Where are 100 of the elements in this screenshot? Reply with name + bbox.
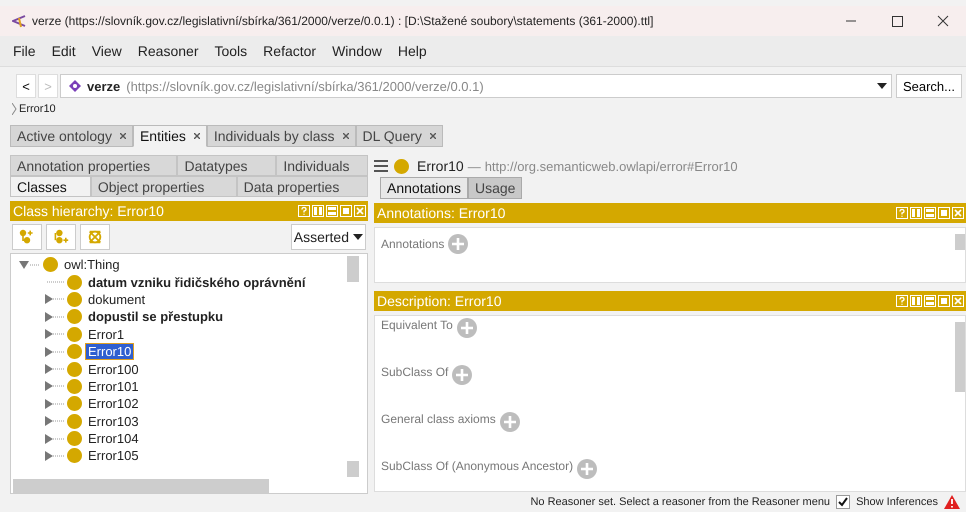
tree-item[interactable]: Error1 xyxy=(86,326,126,342)
class-icon xyxy=(67,292,82,307)
section-label: Annotations xyxy=(381,237,444,251)
class-icon xyxy=(43,257,58,272)
chevron-icon xyxy=(12,103,17,115)
class-icon xyxy=(67,362,82,377)
split-horizontal-icon[interactable] xyxy=(924,295,936,307)
tab[interactable]: Annotations xyxy=(380,177,468,199)
close-icon[interactable] xyxy=(430,133,436,139)
breadcrumb-item[interactable]: Error10 xyxy=(19,103,56,115)
delete-icon[interactable] xyxy=(87,228,103,246)
add-subclass-button[interactable] xyxy=(12,224,42,250)
menu-item[interactable]: Edit xyxy=(44,43,83,59)
help-icon[interactable] xyxy=(896,295,908,307)
dropdown-arrow-icon[interactable] xyxy=(353,234,363,240)
close-icon[interactable] xyxy=(120,133,126,139)
close-icon[interactable] xyxy=(194,133,200,139)
class-icon xyxy=(67,414,82,429)
back-button[interactable]: < xyxy=(16,74,36,98)
expand-triangle-icon[interactable] xyxy=(43,363,65,376)
expand-triangle-icon[interactable] xyxy=(43,293,65,306)
menu-item[interactable]: Window xyxy=(325,43,389,59)
add-icon[interactable] xyxy=(456,318,477,338)
tree-item[interactable]: owl:Thing xyxy=(62,257,122,272)
tab[interactable]: Active ontology xyxy=(10,125,133,147)
menu-item[interactable]: Reasoner xyxy=(130,43,206,59)
tab[interactable]: Annotation properties xyxy=(10,155,178,176)
scrollbar-thumb[interactable] xyxy=(955,322,965,392)
tree-item[interactable]: dokument xyxy=(86,292,148,307)
tree-item[interactable]: Error103 xyxy=(86,414,141,429)
tab[interactable]: Data properties xyxy=(236,176,368,197)
expand-triangle-icon[interactable] xyxy=(43,432,65,445)
split-vertical-icon[interactable] xyxy=(910,295,922,307)
scrollbar-thumb[interactable] xyxy=(955,234,965,250)
collapse-triangle-icon[interactable] xyxy=(19,258,41,271)
add-icon[interactable] xyxy=(452,365,472,385)
menu-item[interactable]: View xyxy=(84,43,129,59)
expand-triangle-icon[interactable] xyxy=(43,450,65,462)
class-icon xyxy=(394,158,409,174)
add-sibling-button[interactable] xyxy=(46,224,76,250)
menu-item[interactable]: Help xyxy=(390,43,434,59)
split-horizontal-icon[interactable] xyxy=(924,207,936,219)
expand-triangle-icon[interactable] xyxy=(43,415,65,428)
add-icon[interactable] xyxy=(500,412,520,432)
scrollbar-thumb[interactable] xyxy=(13,479,269,493)
tab[interactable]: Object properties xyxy=(90,176,237,197)
delete-button[interactable] xyxy=(80,224,110,250)
expand-triangle-icon[interactable] xyxy=(43,328,65,340)
tree-item[interactable]: Error100 xyxy=(86,362,141,377)
menu-item[interactable]: Refactor xyxy=(256,43,324,59)
expand-triangle-icon[interactable] xyxy=(43,310,65,323)
tree-item[interactable]: Error104 xyxy=(86,431,141,446)
split-vertical-icon[interactable] xyxy=(910,207,922,219)
expand-triangle-icon[interactable] xyxy=(43,380,65,392)
add-sibling-icon[interactable] xyxy=(53,228,69,246)
class-icon xyxy=(67,378,82,394)
tab[interactable]: DL Query xyxy=(356,125,443,147)
tree-item[interactable]: Error105 xyxy=(86,448,141,464)
menu-item[interactable]: Tools xyxy=(207,43,254,59)
menu-icon[interactable] xyxy=(374,160,388,172)
separator-text: — xyxy=(468,158,481,174)
panel-header: Annotations: Error10 xyxy=(374,203,966,223)
split-vertical-icon[interactable] xyxy=(312,205,324,217)
tree-item[interactable]: Error101 xyxy=(86,378,141,394)
add-subclass-icon[interactable] xyxy=(19,228,35,246)
tab[interactable]: Classes xyxy=(10,176,91,197)
expand-triangle-icon[interactable] xyxy=(43,346,65,358)
tab[interactable]: Usage xyxy=(468,177,522,199)
split-horizontal-icon[interactable] xyxy=(326,205,338,217)
help-icon[interactable] xyxy=(896,207,908,219)
window-title: verze (https://slovník.gov.cz/legislativní/sbírka/361/2000/verze/0.0.1) : [D:\Stažené soubory\statements (361-2000).ttl] xyxy=(32,14,654,28)
tree-item[interactable]: Error10 xyxy=(86,344,134,360)
entity-field[interactable]: verze (https://slovník.gov.cz/legislativní/sbírka/361/2000/verze/0.0.1) xyxy=(60,74,892,98)
scrollbar-thumb[interactable] xyxy=(347,461,359,477)
checkbox-label[interactable]: Show Inferences xyxy=(856,496,938,508)
view-mode-dropdown[interactable]: Asserted xyxy=(290,224,366,250)
expand-triangle-icon[interactable] xyxy=(43,398,65,410)
tree-item[interactable]: datum vzniku řidičského oprávnění xyxy=(86,274,308,290)
class-icon xyxy=(67,431,82,446)
tree-item[interactable]: dopustil se přestupku xyxy=(86,309,226,324)
app-logo-icon xyxy=(12,14,26,28)
tab[interactable]: Individuals by class xyxy=(206,125,356,147)
add-icon[interactable] xyxy=(448,234,468,254)
tab[interactable]: Individuals xyxy=(276,155,368,176)
class-icon xyxy=(67,274,82,290)
menu-item[interactable]: File xyxy=(6,43,43,59)
warning-icon xyxy=(944,495,960,509)
tab[interactable]: Entities xyxy=(132,125,207,147)
scrollbar-thumb[interactable] xyxy=(347,256,359,282)
class-icon xyxy=(67,396,82,412)
section-label: Equivalent To xyxy=(381,318,453,332)
tab[interactable]: Datatypes xyxy=(177,155,276,176)
section-label: SubClass Of (Anonymous Ancestor) xyxy=(381,459,574,473)
dropdown-arrow-icon[interactable] xyxy=(876,83,887,89)
tree-item[interactable]: Error102 xyxy=(86,396,141,412)
checkbox[interactable] xyxy=(836,495,850,509)
help-icon[interactable] xyxy=(298,205,310,217)
search-button[interactable]: Search... xyxy=(896,74,962,98)
close-icon[interactable] xyxy=(342,133,348,139)
add-icon[interactable] xyxy=(577,459,598,479)
